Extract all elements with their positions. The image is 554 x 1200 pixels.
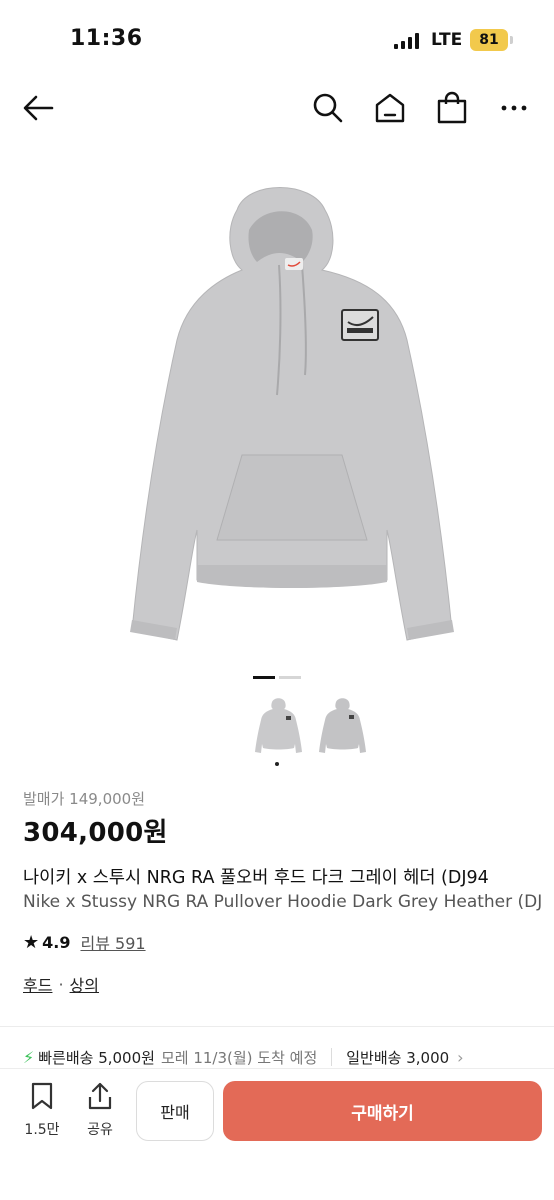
- network-label: LTE: [431, 30, 463, 50]
- thumbnail-2[interactable]: [316, 696, 368, 756]
- chevron-right-icon[interactable]: ›: [457, 1048, 463, 1067]
- thumbnail-1[interactable]: [252, 696, 304, 756]
- bolt-icon: ⚡: [23, 1047, 35, 1067]
- normal-shipping-label: 일반배송 3,000: [346, 1048, 450, 1067]
- thumbnail-strip: [252, 696, 372, 758]
- fast-shipping-label: 빠른배송 5,000원: [38, 1048, 155, 1067]
- shipping-divider: [331, 1048, 333, 1066]
- shipping-row[interactable]: ⚡ 빠른배송 5,000원 모레 11/3(월) 도착 예정 일반배송 3,00…: [23, 1044, 554, 1070]
- sell-button[interactable]: 판매: [136, 1081, 214, 1141]
- rating-row: ★ 4.9 리뷰 591: [23, 930, 146, 954]
- product-image[interactable]: [57, 170, 497, 650]
- top-nav: [0, 80, 554, 136]
- search-icon[interactable]: [310, 90, 346, 126]
- wishlist-count: 1.5만: [24, 1122, 60, 1138]
- thumbnail-selected-dot: [275, 762, 279, 766]
- section-divider: [0, 1026, 554, 1027]
- category-separator: ·: [58, 974, 64, 994]
- product-price: 304,000원: [23, 818, 168, 848]
- product-title-korean: 나이키 x 스투시 NRG RA 풀오버 후드 다크 그레이 헤더 (DJ94: [23, 868, 489, 888]
- back-arrow-icon[interactable]: [20, 90, 56, 126]
- image-pager: [253, 676, 301, 679]
- status-bar: 11:36 LTE 81: [0, 0, 554, 72]
- release-price: 발매가 149,000원: [23, 790, 145, 808]
- signal-icon: [394, 33, 419, 49]
- wishlist-button[interactable]: 1.5만: [22, 1081, 62, 1138]
- share-label: 공유: [87, 1122, 113, 1138]
- shopping-bag-icon[interactable]: [434, 90, 470, 126]
- status-time: 11:36: [70, 26, 143, 51]
- buy-button[interactable]: 구매하기: [223, 1081, 542, 1141]
- bottom-action-bar: 1.5만 공유 판매 구매하기: [0, 1068, 554, 1200]
- rating-score: 4.9: [42, 932, 71, 952]
- fast-shipping-eta: 모레 11/3(월) 도착 예정: [160, 1048, 318, 1067]
- category-breadcrumb: 후드 · 상의: [23, 972, 99, 996]
- more-icon[interactable]: [496, 90, 532, 126]
- share-icon: [88, 1082, 112, 1110]
- pager-segment: [279, 676, 301, 679]
- category-link-hood[interactable]: 후드: [23, 972, 52, 996]
- battery-indicator: 81: [470, 29, 508, 51]
- star-icon: ★: [23, 931, 40, 953]
- share-button[interactable]: 공유: [80, 1081, 120, 1138]
- home-icon[interactable]: [372, 90, 408, 126]
- bookmark-icon: [31, 1082, 53, 1110]
- review-count-link[interactable]: 리뷰 591: [80, 930, 145, 954]
- category-link-top[interactable]: 상의: [70, 972, 99, 996]
- product-title-english: Nike x Stussy NRG RA Pullover Hoodie Dar…: [23, 892, 543, 912]
- battery-cap: [510, 36, 513, 44]
- pager-active-segment: [253, 676, 275, 679]
